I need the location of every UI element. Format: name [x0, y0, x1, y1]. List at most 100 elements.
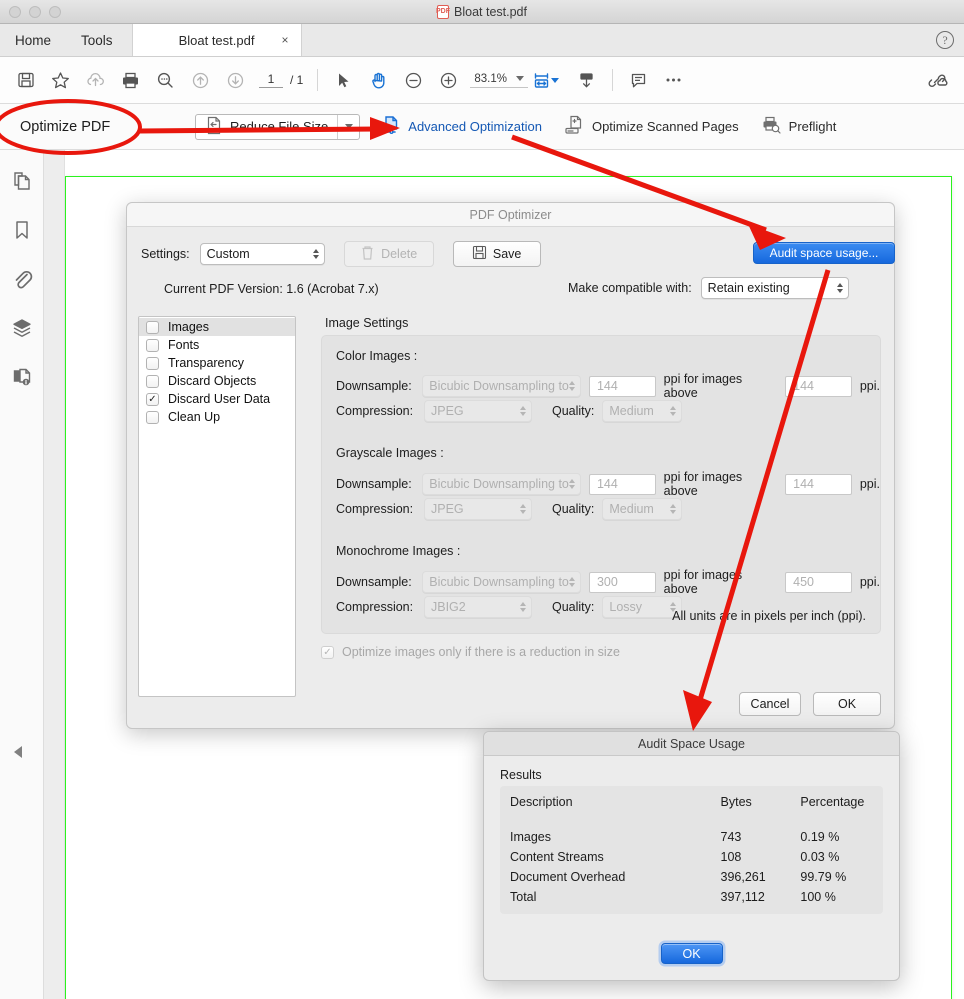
- list-item-clean-up[interactable]: Clean Up: [139, 408, 295, 426]
- grayscale-quality-select[interactable]: Medium: [602, 498, 683, 520]
- cancel-button[interactable]: Cancel: [739, 692, 801, 716]
- color-threshold-input[interactable]: 144: [785, 375, 852, 397]
- star-icon[interactable]: [43, 63, 78, 97]
- collapse-panel-button[interactable]: [14, 746, 22, 758]
- color-compression-value: JPEG: [431, 404, 464, 418]
- stepper-icon: [568, 577, 575, 587]
- hand-tool-icon[interactable]: [361, 63, 396, 97]
- downsample-label: Downsample:: [336, 575, 412, 589]
- make-compatible-label: Make compatible with:: [568, 281, 692, 295]
- table-header-row: Description Bytes Percentage: [510, 795, 873, 827]
- document-info-icon[interactable]: [11, 366, 33, 393]
- color-compression-select[interactable]: JPEG: [424, 400, 532, 422]
- optimizer-panel-list[interactable]: Images Fonts Transparency Discard Object…: [138, 316, 296, 697]
- reduce-file-size-icon: [205, 116, 223, 138]
- monochrome-ppi-input[interactable]: 300: [588, 571, 656, 593]
- optimize-images-only-row[interactable]: ✓ Optimize images only if there is a red…: [321, 645, 620, 659]
- monochrome-quality-select[interactable]: Lossy: [602, 596, 683, 618]
- more-options-icon[interactable]: [656, 63, 691, 97]
- reduce-file-size-dropdown[interactable]: [337, 114, 359, 139]
- monochrome-compression-select[interactable]: JBIG2: [424, 596, 532, 618]
- settings-label: Settings:: [141, 247, 190, 261]
- chevron-down-icon[interactable]: [515, 76, 524, 81]
- column-header-description: Description: [510, 795, 573, 809]
- checkbox-discard-user-data[interactable]: ✓: [146, 392, 159, 406]
- list-item-images[interactable]: Images: [139, 318, 295, 336]
- advanced-optimization-label: Advanced Optimization: [408, 119, 542, 134]
- column-header-percentage: Percentage: [800, 795, 865, 809]
- list-item-discard-objects[interactable]: Discard Objects: [139, 372, 295, 390]
- help-icon[interactable]: ?: [936, 31, 954, 49]
- color-downsample-select[interactable]: Bicubic Downsampling to: [422, 375, 581, 397]
- checkbox-images[interactable]: [146, 320, 159, 334]
- grayscale-compression-select[interactable]: JPEG: [424, 498, 532, 520]
- close-icon[interactable]: ×: [282, 33, 289, 47]
- stepper-icon: [568, 479, 575, 489]
- preflight-button[interactable]: Preflight: [761, 115, 836, 138]
- save-icon[interactable]: [8, 63, 43, 97]
- stepper-icon: [836, 283, 843, 293]
- ok-button[interactable]: OK: [813, 692, 881, 716]
- panel-title: Optimize PDF: [20, 118, 111, 135]
- zoom-level-control[interactable]: 83.1%: [470, 73, 528, 88]
- comment-icon[interactable]: [621, 63, 656, 97]
- zoom-out-icon[interactable]: [396, 63, 431, 97]
- page-indicator[interactable]: 1 / 1: [259, 72, 303, 88]
- grayscale-downsample-select[interactable]: Bicubic Downsampling to: [422, 473, 581, 495]
- nav-home[interactable]: Home: [0, 24, 66, 56]
- scroll-mode-icon[interactable]: [569, 63, 604, 97]
- attachments-icon[interactable]: [11, 268, 33, 295]
- main-toolbar: 1 / 1 83.1%: [0, 57, 964, 104]
- next-page-icon[interactable]: [218, 63, 253, 97]
- tab-document[interactable]: Bloat test.pdf ×: [131, 24, 302, 56]
- cell-bytes: 397,112: [720, 890, 765, 904]
- checkbox-transparency[interactable]: [146, 356, 159, 370]
- cloud-upload-icon[interactable]: [78, 63, 113, 97]
- nav-tools[interactable]: Tools: [66, 24, 128, 56]
- save-settings-button[interactable]: Save: [452, 241, 541, 267]
- previous-page-icon[interactable]: [183, 63, 218, 97]
- list-item-transparency[interactable]: Transparency: [139, 354, 295, 372]
- results-table: Description Bytes Percentage Images 743 …: [510, 795, 873, 907]
- cell-description: Document Overhead: [510, 870, 626, 884]
- grayscale-ppi-input[interactable]: 144: [588, 473, 656, 495]
- advanced-optimization-button[interactable]: Advanced Optimization: [382, 115, 542, 138]
- zoom-in-icon[interactable]: [431, 63, 466, 97]
- settings-select[interactable]: Custom: [199, 243, 325, 265]
- share-link-icon[interactable]: [919, 63, 954, 97]
- delete-settings-label: Delete: [381, 247, 418, 261]
- grayscale-threshold-input[interactable]: 144: [785, 473, 852, 495]
- color-quality-value: Medium: [609, 404, 654, 418]
- color-downsample-value: Bicubic Downsampling to: [429, 379, 569, 393]
- fit-options-chevron-icon[interactable]: [550, 77, 559, 83]
- print-icon[interactable]: [113, 63, 148, 97]
- monochrome-downsample-select[interactable]: Bicubic Downsampling to: [422, 571, 581, 593]
- checkbox-discard-objects[interactable]: [146, 374, 159, 388]
- optimize-pdf-toolbar: Optimize PDF Reduce File Size Advanced O…: [0, 104, 964, 150]
- checkbox-optimize-images-only[interactable]: ✓: [321, 645, 334, 659]
- list-item-discard-user-data[interactable]: ✓ Discard User Data: [139, 390, 295, 408]
- search-icon[interactable]: [148, 63, 183, 97]
- reduce-file-size-button[interactable]: Reduce File Size: [195, 113, 361, 140]
- make-compatible-select[interactable]: Retain existing: [700, 277, 849, 299]
- select-arrow-icon[interactable]: [326, 63, 361, 97]
- color-ppi-input[interactable]: 144: [588, 375, 656, 397]
- audit-dialog-title: Audit Space Usage: [484, 732, 899, 756]
- page-number-input[interactable]: 1: [259, 72, 283, 88]
- color-quality-select[interactable]: Medium: [602, 400, 683, 422]
- page-thumbnails-icon[interactable]: [11, 170, 33, 197]
- audit-ok-button[interactable]: OK: [660, 943, 723, 964]
- page-total-label: / 1: [290, 73, 304, 87]
- checkbox-clean-up[interactable]: [146, 410, 159, 424]
- list-item-fonts[interactable]: Fonts: [139, 336, 295, 354]
- layers-icon[interactable]: [11, 317, 33, 344]
- audit-space-usage-button[interactable]: Audit space usage...: [753, 242, 895, 264]
- monochrome-threshold-input[interactable]: 450: [785, 571, 852, 593]
- optimize-scanned-pages-button[interactable]: Optimize Scanned Pages: [564, 115, 739, 138]
- delete-settings-button[interactable]: Delete: [343, 241, 434, 267]
- cell-bytes: 108: [720, 850, 742, 864]
- list-item-label: Transparency: [168, 356, 244, 370]
- checkbox-fonts[interactable]: [146, 338, 159, 352]
- cell-description: Total: [510, 890, 537, 904]
- bookmarks-icon[interactable]: [11, 219, 33, 246]
